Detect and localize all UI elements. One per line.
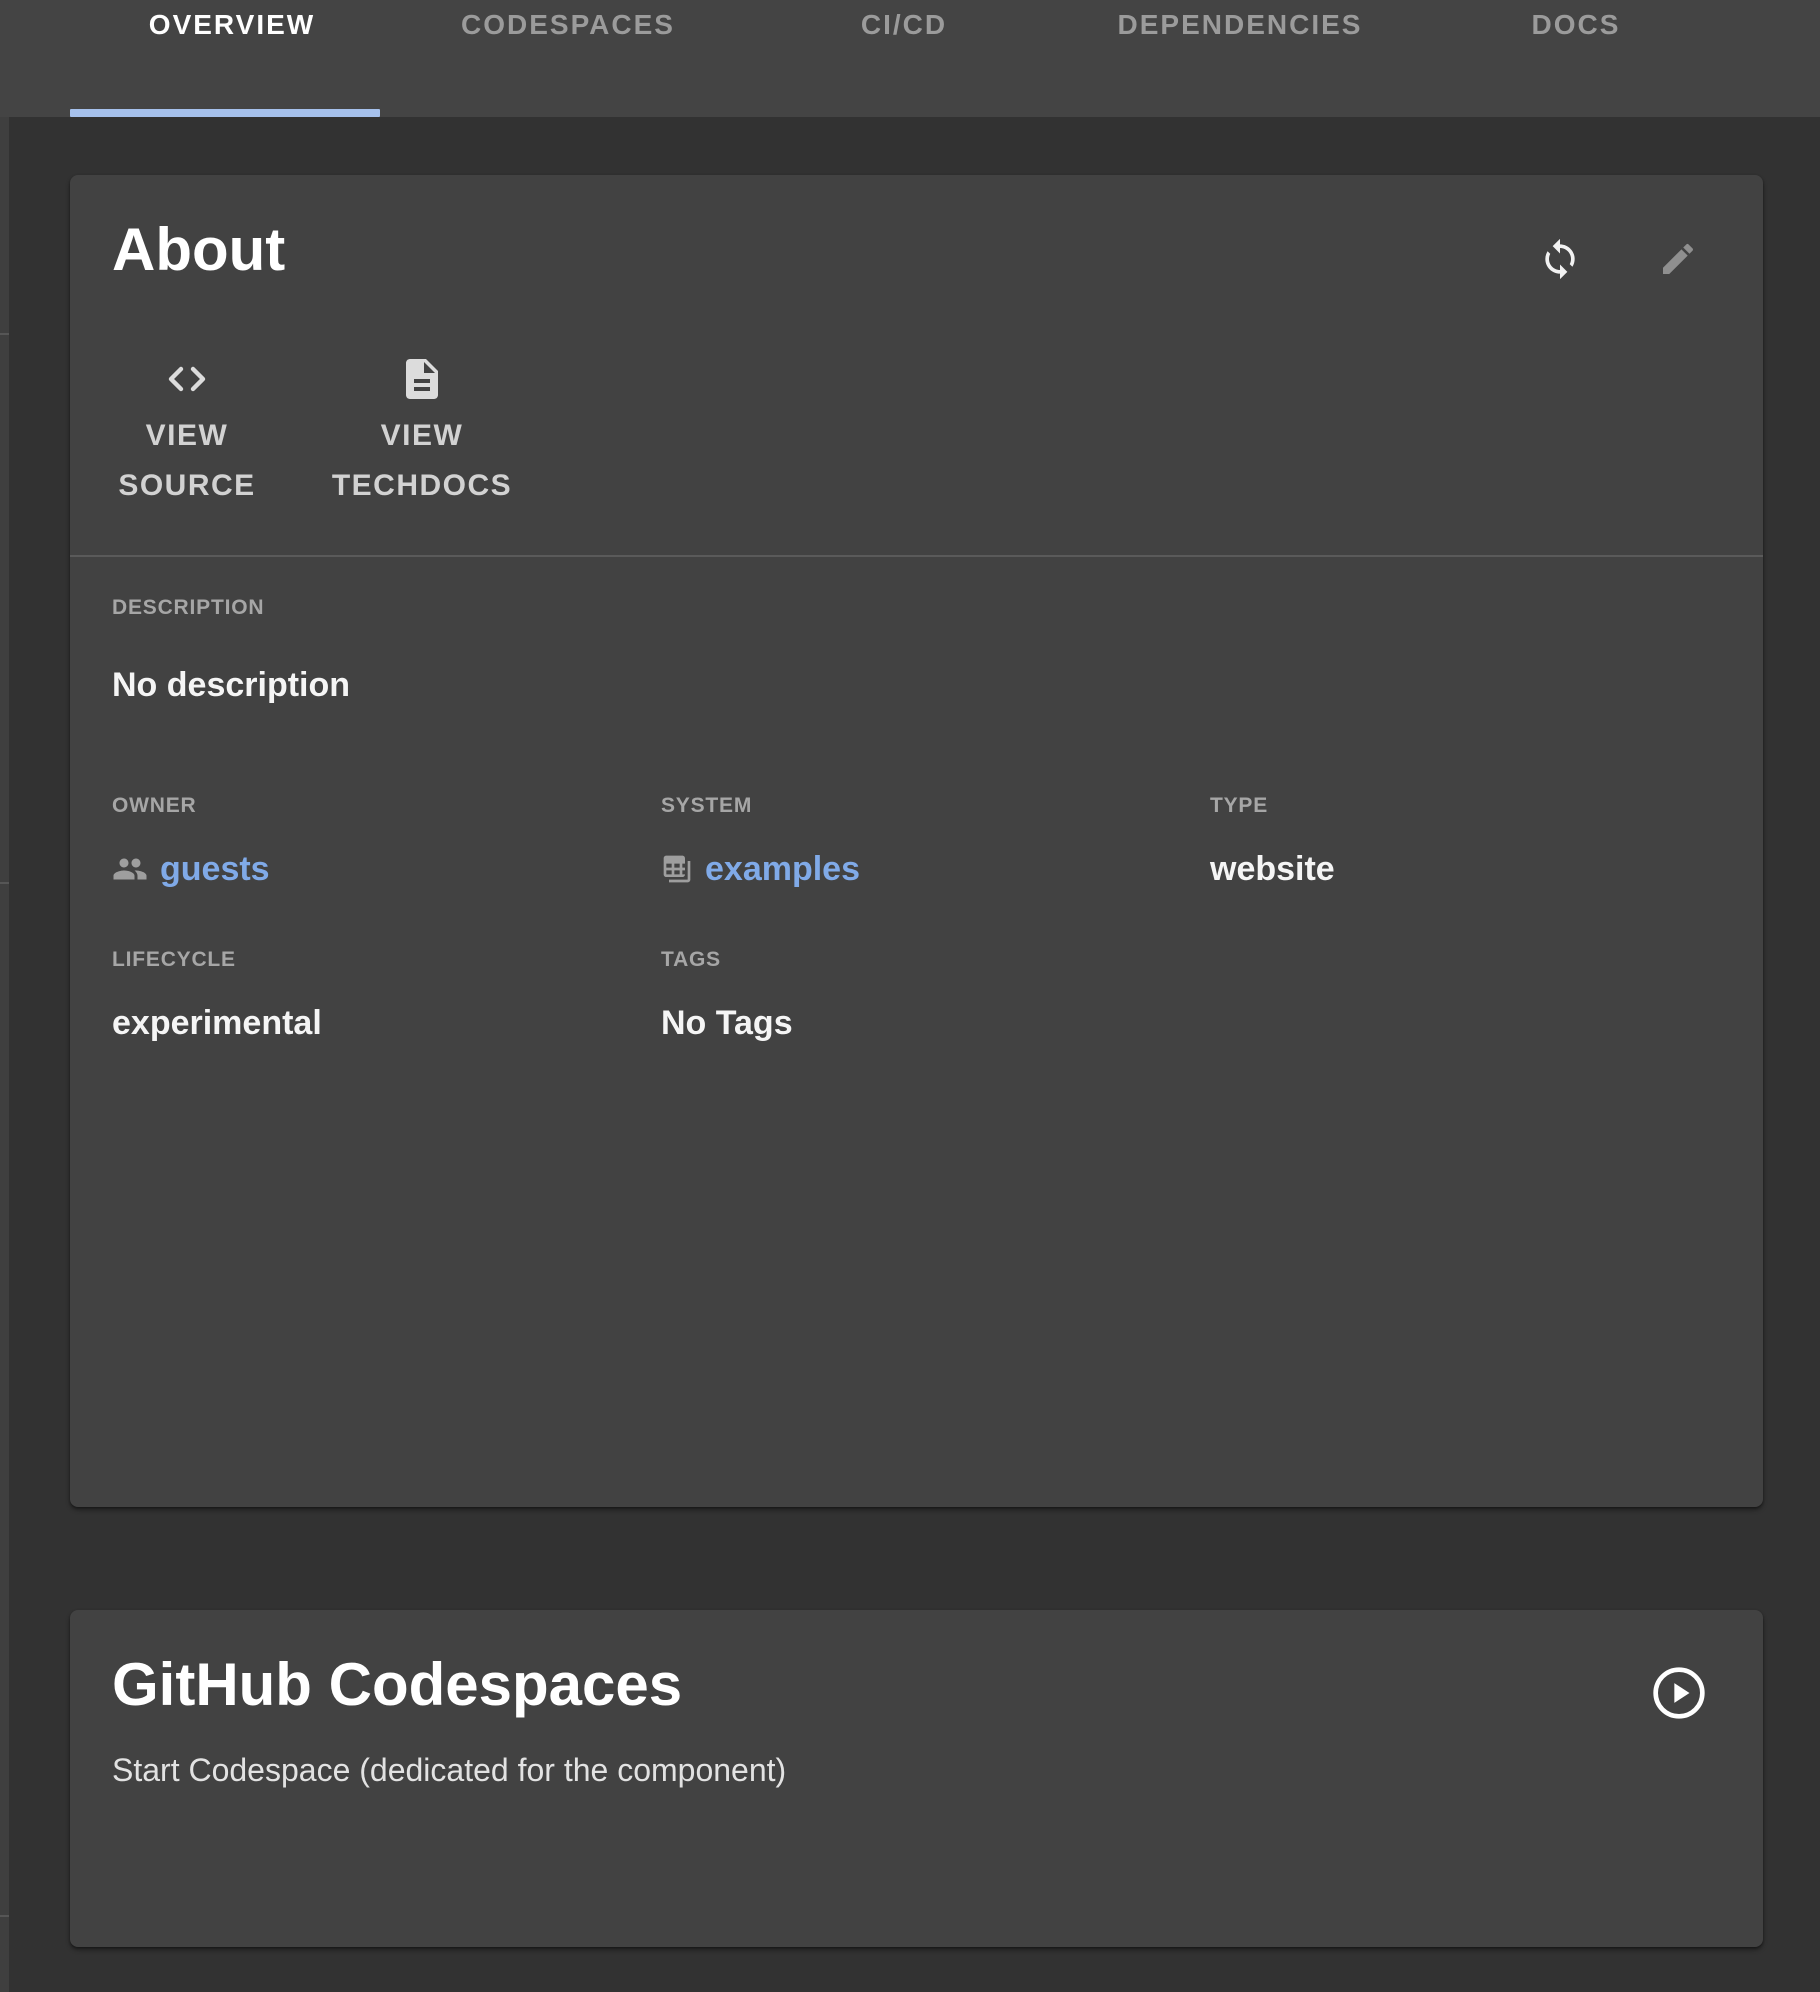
lifecycle-value: experimental — [112, 1003, 661, 1043]
view-source-label: VIEW SOURCE — [112, 411, 262, 511]
tab-codespaces[interactable]: CODESPACES — [400, 0, 736, 117]
about-card-title: About — [112, 217, 285, 283]
tab-overview-label: OVERVIEW — [149, 8, 315, 117]
entity-tab-bar: OVERVIEW CODESPACES CI/CD DEPENDENCIES D… — [0, 0, 1820, 117]
view-source-button[interactable]: VIEW SOURCE — [112, 355, 262, 511]
about-fields-grid: OWNER guests SYSTEM — [112, 793, 1721, 1043]
field-system: SYSTEM examples — [661, 793, 1210, 889]
about-card: About — [70, 175, 1763, 1507]
tags-label: TAGS — [661, 947, 1210, 973]
sliver-divider — [0, 1915, 9, 1917]
table-icon — [661, 853, 693, 885]
edit-pencil-icon — [1658, 239, 1698, 279]
field-tags: TAGS No Tags — [661, 947, 1210, 1043]
sliver-divider — [0, 882, 9, 884]
system-value: examples — [705, 849, 860, 889]
about-card-divider — [70, 555, 1763, 557]
type-value: website — [1210, 849, 1721, 889]
start-codespace-button[interactable] — [1651, 1665, 1707, 1721]
left-edge-sliver — [0, 117, 9, 1992]
tab-dependencies[interactable]: DEPENDENCIES — [1072, 0, 1408, 117]
owner-link[interactable]: guests — [112, 849, 661, 889]
github-codespaces-card: GitHub Codespaces Start Codespace (dedic… — [70, 1610, 1763, 1947]
system-link[interactable]: examples — [661, 849, 1210, 889]
about-card-icon-links: VIEW SOURCE VIEW TECHDOCS — [112, 355, 520, 511]
edit-button[interactable] — [1652, 233, 1704, 285]
type-label: TYPE — [1210, 793, 1721, 819]
description-section: DESCRIPTION No description — [112, 595, 350, 705]
document-icon — [398, 355, 446, 403]
tab-dependencies-label: DEPENDENCIES — [1118, 8, 1363, 117]
sliver-divider — [0, 333, 9, 335]
lifecycle-label: LIFECYCLE — [112, 947, 661, 973]
refresh-button[interactable] — [1534, 233, 1586, 285]
tab-overview[interactable]: OVERVIEW — [64, 0, 400, 117]
field-lifecycle: LIFECYCLE experimental — [112, 947, 661, 1043]
system-label: SYSTEM — [661, 793, 1210, 819]
entity-overview-content: About — [0, 117, 1820, 1992]
field-owner: OWNER guests — [112, 793, 661, 889]
owner-label: OWNER — [112, 793, 661, 819]
code-icon — [160, 355, 214, 403]
tab-ci-cd-label: CI/CD — [861, 8, 947, 117]
codespaces-card-title: GitHub Codespaces — [112, 1652, 682, 1718]
description-value: No description — [112, 665, 350, 705]
about-card-actions — [1534, 233, 1704, 285]
group-icon — [112, 851, 148, 887]
tab-codespaces-label: CODESPACES — [461, 8, 675, 117]
view-techdocs-label: VIEW TECHDOCS — [324, 411, 520, 511]
tab-docs[interactable]: DOCS — [1408, 0, 1744, 117]
refresh-icon — [1538, 237, 1582, 281]
field-type: TYPE website — [1210, 793, 1721, 889]
view-techdocs-button[interactable]: VIEW TECHDOCS — [324, 355, 520, 511]
tags-value: No Tags — [661, 1003, 1210, 1043]
codespaces-card-subtitle: Start Codespace (dedicated for the compo… — [112, 1750, 786, 1790]
tab-ci-cd[interactable]: CI/CD — [736, 0, 1072, 117]
description-label: DESCRIPTION — [112, 595, 350, 621]
play-circle-icon — [1651, 1665, 1707, 1721]
active-tab-indicator — [70, 109, 380, 117]
owner-value: guests — [160, 849, 270, 889]
tab-docs-label: DOCS — [1532, 8, 1621, 117]
